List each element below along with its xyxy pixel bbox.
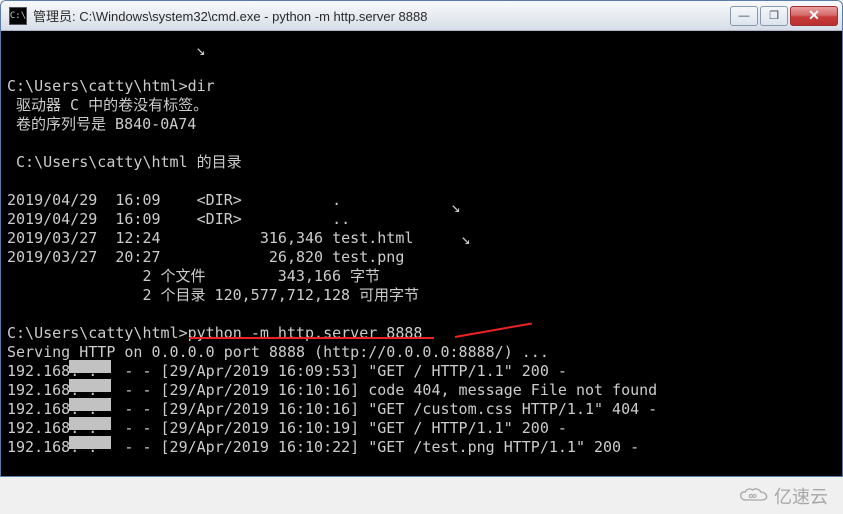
dir-entry: 2 个目录 120,577,712,128 可用字节 (7, 286, 419, 304)
blank-line (7, 134, 16, 152)
titlebar[interactable]: C:\ 管理员: C:\Windows\system32\cmd.exe - p… (1, 1, 842, 31)
minimize-button[interactable]: — (730, 6, 758, 26)
http-log-line: 192.168. . - - [29/Apr/2019 16:09:53] "G… (7, 362, 567, 380)
annotation-line (455, 322, 532, 338)
dir-entry: 2019/04/29 16:09 <DIR> . (7, 191, 341, 209)
window-controls: — ❐ ✕ (730, 6, 838, 26)
maximize-button[interactable]: ❐ (760, 6, 788, 26)
http-log-line: 192.168. . - - [29/Apr/2019 16:10:16] "G… (7, 400, 657, 418)
blank-line (7, 305, 16, 323)
http-log-line: 192.168. . - - [29/Apr/2019 16:10:22] "G… (7, 438, 639, 456)
annotation-arrow-icon: ↘ (196, 40, 206, 59)
cmd-icon: C:\ (9, 7, 27, 25)
dir-entry: 2019/03/27 12:24 316,346 test.html (7, 229, 413, 247)
http-log-line: 192.168. . - - [29/Apr/2019 16:10:16] co… (7, 381, 657, 399)
dir-drive-line: 驱动器 C 中的卷没有标签。 (7, 96, 208, 114)
blank-line (7, 172, 16, 190)
cmd-window: C:\ 管理员: C:\Windows\system32\cmd.exe - p… (0, 0, 843, 477)
annotation-arrow-icon: ↘ (461, 229, 471, 248)
prompt-line-2: C:\Users\catty\html>python -m http.serve… (7, 324, 422, 342)
terminal-output[interactable]: C:\Users\catty\html>dir 驱动器 C 中的卷没有标签。 卷… (1, 31, 842, 476)
http-log-line: 192.168. . - - [29/Apr/2019 16:10:19] "G… (7, 419, 567, 437)
window-title: 管理员: C:\Windows\system32\cmd.exe - pytho… (33, 6, 730, 25)
dir-entry: 2019/03/27 20:27 26,820 test.png (7, 248, 404, 266)
server-serving-line: Serving HTTP on 0.0.0.0 port 8888 (http:… (7, 343, 549, 361)
dir-of-line: C:\Users\catty\html 的目录 (7, 153, 242, 171)
cloud-infinity-icon (738, 486, 770, 506)
dir-entry: 2 个文件 343,166 字节 (7, 267, 380, 285)
blank-line (7, 58, 16, 76)
dir-entry: 2019/04/29 16:09 <DIR> .. (7, 210, 350, 228)
dir-serial-line: 卷的序列号是 B840-0A74 (7, 115, 196, 133)
watermark-text: 亿速云 (774, 483, 828, 509)
prompt-line-1: C:\Users\catty\html>dir (7, 77, 215, 95)
watermark: 亿速云 (738, 483, 828, 509)
annotation-arrow-icon: ↘ (451, 197, 461, 216)
close-button[interactable]: ✕ (790, 6, 838, 26)
